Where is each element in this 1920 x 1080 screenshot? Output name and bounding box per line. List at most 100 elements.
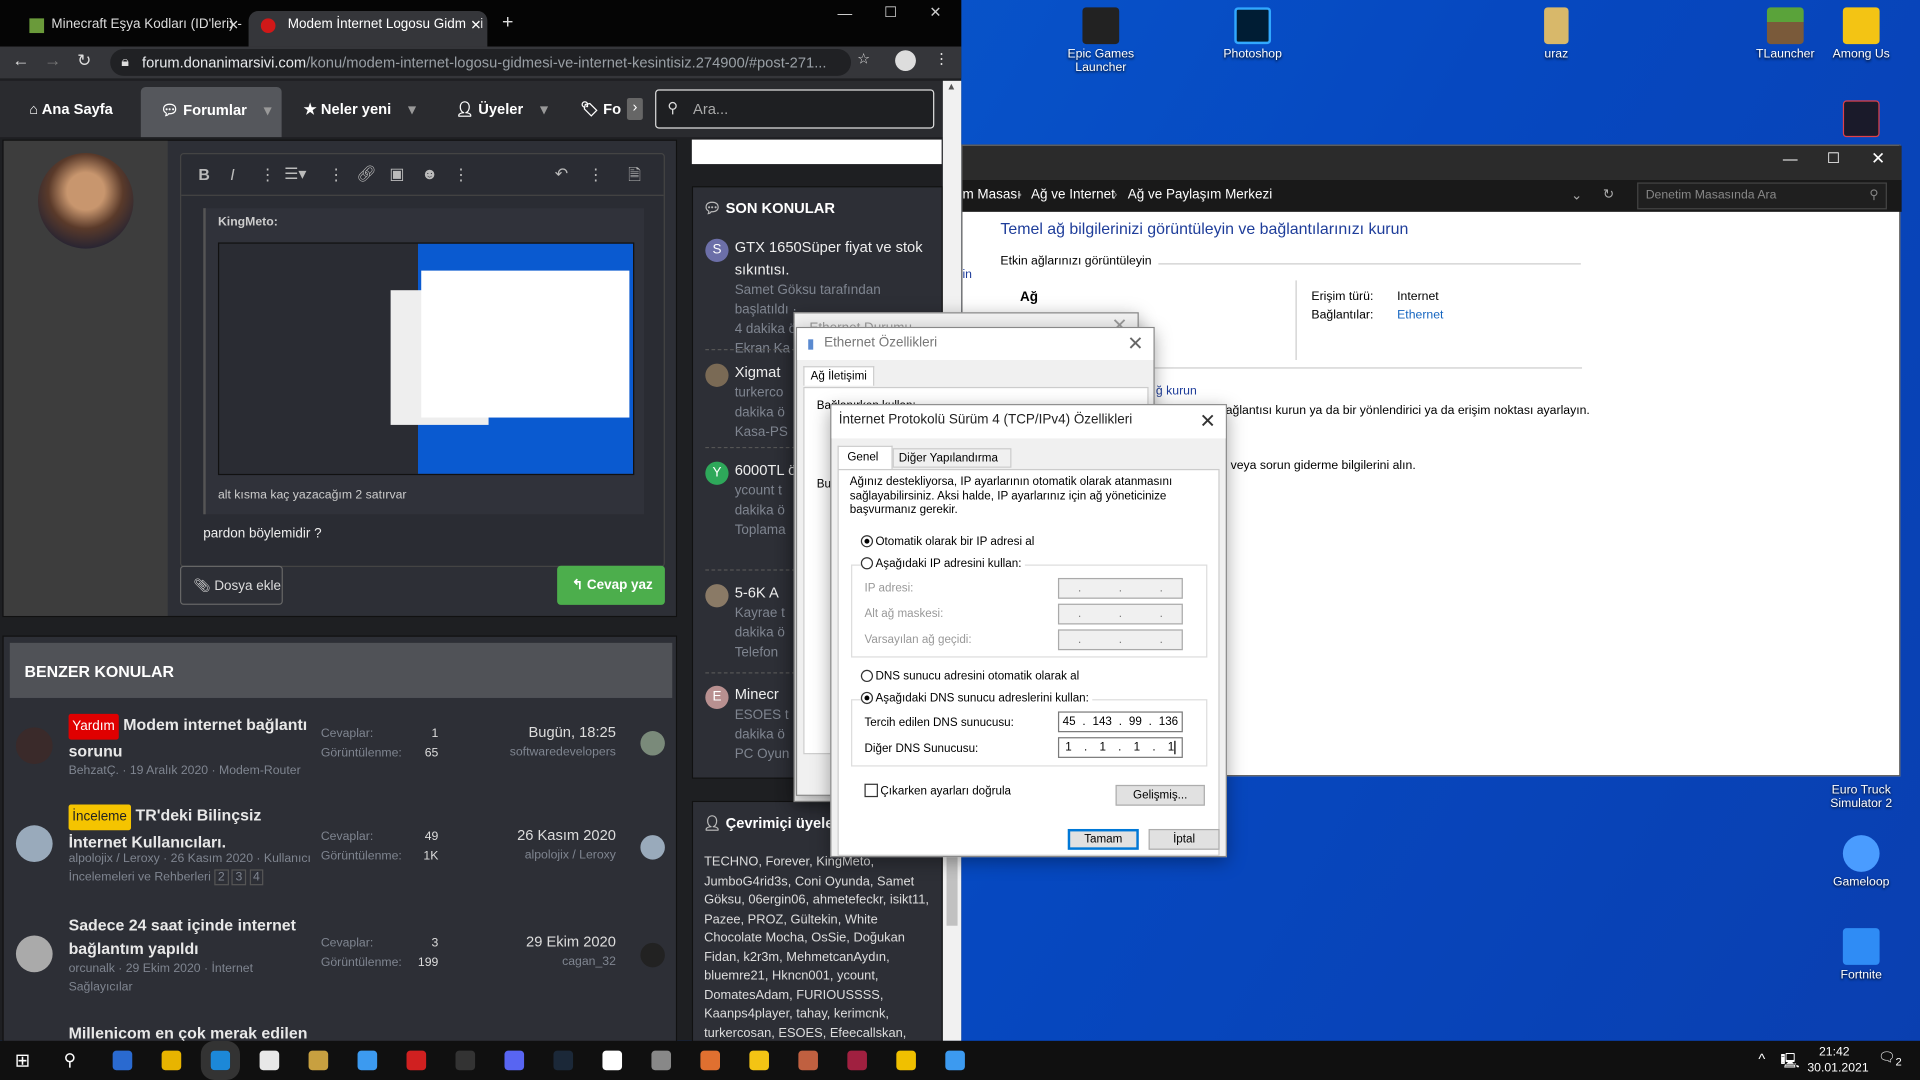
- thread-title[interactable]: GTX 1650Süper fiyat ve stok sıkıntısı.: [705, 236, 938, 280]
- radio-manual-dns[interactable]: Aşağıdaki DNS sunucu adreslerini kullan:: [860, 691, 1093, 706]
- valorant-icon[interactable]: [798, 1050, 818, 1071]
- left-link[interactable]: in: [962, 268, 972, 281]
- minimize-icon[interactable]: —: [838, 5, 853, 22]
- reply-body[interactable]: pardon böylemidir ?: [203, 527, 321, 542]
- page-link[interactable]: 3: [231, 869, 246, 886]
- attach-file-button[interactable]: 📎︎ Dosya ekle: [180, 565, 283, 605]
- chevron-down-icon[interactable]: ⌄: [1571, 187, 1582, 204]
- new-tab-button[interactable]: +: [502, 12, 513, 34]
- last-post-user[interactable]: softwaredevelopers: [510, 746, 616, 759]
- ok-button[interactable]: Tamam: [1067, 828, 1139, 850]
- winzip-icon[interactable]: [847, 1050, 867, 1071]
- cancel-button[interactable]: İptal: [1148, 828, 1220, 850]
- list-icon[interactable]: ☰▾: [284, 164, 306, 184]
- maximize-icon[interactable]: ☐: [1827, 149, 1840, 166]
- desktop-icon-epic[interactable]: Epic Games Launcher: [1058, 7, 1144, 75]
- close-icon[interactable]: ✕: [929, 4, 941, 21]
- validate-checkbox[interactable]: Çıkarken ayarları doğrula: [864, 783, 1011, 798]
- last-post-date[interactable]: Bugün, 18:25: [528, 724, 615, 741]
- tab-general[interactable]: Genel: [837, 445, 893, 471]
- quoted-screenshot[interactable]: [217, 242, 635, 476]
- menu-icon[interactable]: ⋮: [934, 50, 949, 67]
- more-icon[interactable]: ⋮: [453, 165, 469, 185]
- tray-chevron-icon[interactable]: ^: [1758, 1051, 1765, 1068]
- maximize-icon[interactable]: ☐: [884, 4, 897, 21]
- thread-row[interactable]: Sadece 24 saat içinde internet bağlantım…: [15, 913, 665, 1011]
- radio-button[interactable]: [860, 535, 874, 548]
- radio-auto-ip[interactable]: Otomatik olarak bir IP adresi al: [860, 535, 1034, 549]
- bold-icon[interactable]: B: [198, 165, 209, 183]
- breadcrumb-item[interactable]: Ağ ve Paylaşım Merkezi: [1128, 187, 1272, 202]
- tab-alternate[interactable]: Diğer Yapılandırma: [892, 448, 1012, 468]
- more-icon[interactable]: ⋮: [260, 165, 276, 185]
- desktop-icon-valorant[interactable]: [1818, 100, 1904, 140]
- chevron-down-icon[interactable]: ▾: [264, 102, 271, 119]
- image-icon[interactable]: ▣: [389, 164, 404, 184]
- nav-forums[interactable]: 💬︎ Forumlar ▾: [140, 86, 282, 138]
- breadcrumb-item[interactable]: m Masası: [962, 187, 1020, 202]
- forward-icon[interactable]: →: [44, 50, 61, 70]
- advanced-button[interactable]: Gelişmiş...: [1115, 784, 1205, 806]
- alternate-dns-field[interactable]: 1.1.1.1: [1057, 737, 1183, 758]
- dlc-icon[interactable]: [553, 1050, 574, 1071]
- network-icon[interactable]: 🖳︎: [1780, 1049, 1800, 1075]
- chrome-icon[interactable]: [161, 1050, 182, 1071]
- nav-home[interactable]: ⌂ Ana Sayfa: [29, 81, 112, 137]
- ethernet-link[interactable]: Ethernet: [1397, 309, 1443, 322]
- setup-link[interactable]: ğ kurun: [1156, 384, 1197, 397]
- last-post-date[interactable]: 26 Kasım 2020: [517, 827, 616, 844]
- url-bar[interactable]: 🔒︎ forum.donanimarsivi.com/konu/modem-int…: [110, 48, 852, 76]
- checkbox[interactable]: [864, 783, 878, 798]
- radio-auto-dns[interactable]: DNS sunucu adresini otomatik olarak al: [860, 669, 1079, 683]
- forum-search-input[interactable]: ⚲ Ara...: [655, 89, 935, 129]
- reply-button[interactable]: ↰ Cevap yaz: [557, 565, 665, 605]
- search-icon[interactable]: ⚲: [64, 1049, 77, 1070]
- sublime-icon[interactable]: [651, 1050, 672, 1071]
- nav-more[interactable]: 🏷︎ Fo: [580, 81, 621, 137]
- thread-title[interactable]: Sadece 24 saat içinde internet bağlantım…: [69, 913, 314, 960]
- desktop-icon-among-us[interactable]: Among Us: [1818, 7, 1904, 61]
- thread-title[interactable]: Yardım Modem internet bağlantı sorunu: [68, 713, 314, 763]
- tab-forum[interactable]: Modem İnternet Logosu Gidmesi ✕: [248, 11, 488, 47]
- desktop-icon-ets2[interactable]: Euro Truck Simulator 2: [1818, 784, 1904, 811]
- radio-button[interactable]: [860, 669, 874, 683]
- among-us-icon[interactable]: [700, 1050, 721, 1071]
- last-post-date[interactable]: 29 Ekim 2020: [526, 933, 616, 950]
- desktop-icon-tlauncher[interactable]: TLauncher: [1742, 7, 1828, 61]
- rgb-app-icon[interactable]: [945, 1050, 965, 1071]
- tab-network[interactable]: Ağ İletişimi: [803, 366, 875, 386]
- page-link[interactable]: 4: [249, 869, 264, 886]
- refresh-icon[interactable]: ↻: [1603, 186, 1614, 202]
- undo-icon[interactable]: ↶: [555, 164, 568, 184]
- nav-scroll-right[interactable]: ›: [626, 97, 643, 121]
- control-panel-search[interactable]: Denetim Masasında Ara ⚲: [1637, 182, 1887, 210]
- profile-icon[interactable]: [895, 50, 916, 72]
- discord-icon[interactable]: [455, 1050, 476, 1071]
- thread-row[interactable]: İnceleme TR'deki Bilinçsiz İnternet Kulla…: [15, 803, 665, 901]
- epic-games-icon[interactable]: [406, 1050, 427, 1071]
- thread-row[interactable]: Yardım Modem internet bağlantı sorunu Beh…: [15, 713, 665, 811]
- steam-icon[interactable]: [504, 1050, 525, 1071]
- tab-close-icon[interactable]: ✕: [228, 17, 239, 33]
- opera-gx-icon[interactable]: [357, 1050, 378, 1071]
- preview-icon[interactable]: 🗎: [628, 164, 641, 191]
- nav-whats-new[interactable]: ★ Neler yeni ▾: [304, 81, 416, 137]
- chevron-down-icon[interactable]: ▾: [540, 100, 547, 117]
- breadcrumb-item[interactable]: Ağ ve Internet: [1031, 187, 1115, 202]
- start-icon[interactable]: ⊞: [15, 1049, 30, 1072]
- close-icon[interactable]: ✕: [1127, 332, 1143, 356]
- file-explorer-icon[interactable]: [259, 1050, 280, 1071]
- tab-minecraft[interactable]: Minecraft Eşya Kodları (ID'leri) - M ✕: [12, 11, 245, 47]
- thread-title[interactable]: İnceleme TR'deki Bilinçsiz İnternet Kulla…: [68, 803, 314, 853]
- last-post-user[interactable]: cagan_32: [562, 955, 616, 968]
- chevron-down-icon[interactable]: ▾: [408, 100, 415, 117]
- desktop-icon-fortnite[interactable]: Fortnite: [1818, 928, 1904, 982]
- tab-close-icon[interactable]: ✕: [466, 17, 482, 34]
- italic-icon[interactable]: I: [230, 165, 234, 183]
- link-icon[interactable]: 🔗︎: [356, 164, 376, 184]
- more-icon[interactable]: ⋮: [328, 165, 344, 185]
- radio-button[interactable]: [860, 691, 874, 705]
- scroll-up-icon[interactable]: ▲: [947, 81, 957, 92]
- fox-game-icon[interactable]: [749, 1050, 769, 1071]
- close-icon[interactable]: ✕: [1200, 409, 1216, 433]
